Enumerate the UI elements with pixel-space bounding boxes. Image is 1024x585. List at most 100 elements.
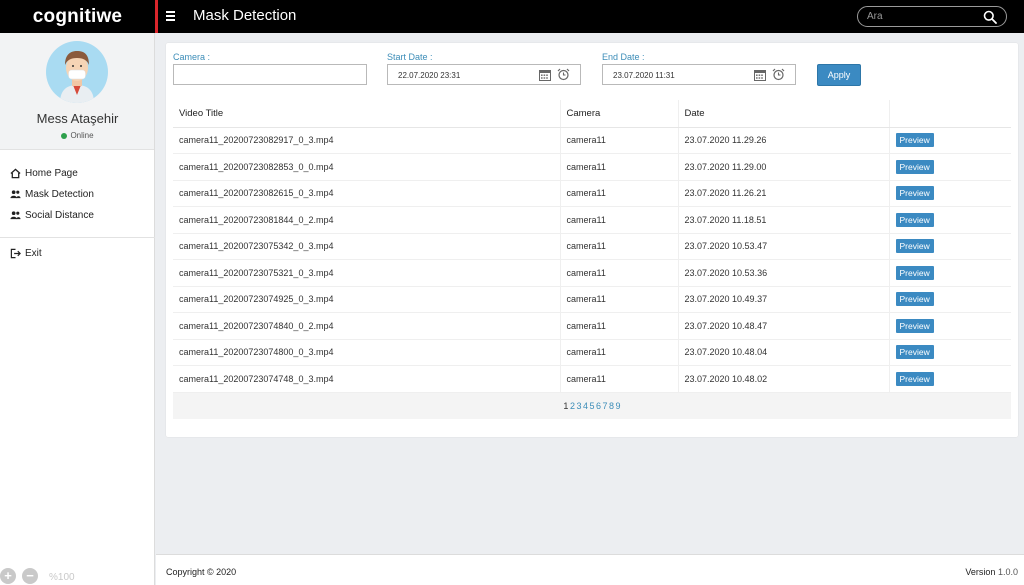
camera-cell: camera11 bbox=[559, 365, 678, 393]
table-row: camera11_20200723081844_0_2.mp4 camera11 2… bbox=[173, 206, 1011, 234]
page-link[interactable]: 2 bbox=[570, 401, 575, 411]
exit-icon bbox=[10, 248, 21, 259]
date-cell: 23.07.2020 11.18.51 bbox=[677, 206, 889, 234]
zoom-level: %100 bbox=[49, 572, 75, 583]
pagination: 123456789 bbox=[173, 392, 1011, 419]
video-title-cell: camera11_20200723074925_0_3.mp4 bbox=[173, 286, 560, 313]
date-cell: 23.07.2020 11.26.21 bbox=[677, 180, 889, 207]
actions-cell: Preview bbox=[888, 127, 1011, 154]
preview-button[interactable]: Preview bbox=[895, 159, 934, 174]
date-cell: 23.07.2020 10.48.02 bbox=[677, 365, 889, 393]
search-box bbox=[857, 6, 1007, 27]
zoom-out-icon[interactable]: − bbox=[22, 568, 38, 584]
page-link[interactable]: 1 bbox=[563, 401, 568, 411]
actions-cell: Preview bbox=[888, 286, 1011, 313]
camera-cell: camera11 bbox=[559, 286, 678, 313]
page-link[interactable]: 4 bbox=[583, 401, 588, 411]
sidebar-divider bbox=[0, 237, 155, 238]
camera-label: Camera : bbox=[173, 52, 211, 62]
calendar-icon[interactable] bbox=[754, 69, 766, 81]
sidebar-item-social-distance[interactable]: Social Distance bbox=[0, 205, 155, 226]
video-title-cell: camera11_20200723082853_0_0.mp4 bbox=[173, 153, 560, 181]
status-indicator: Online bbox=[0, 131, 155, 140]
camera-cell: camera11 bbox=[559, 259, 678, 287]
sidebar: Mess Ataşehir Online Home Page Mask Dete… bbox=[0, 33, 155, 585]
actions-cell: Preview bbox=[888, 180, 1011, 207]
user-avatar-icon bbox=[60, 51, 94, 103]
sidebar-item-home[interactable]: Home Page bbox=[0, 163, 155, 184]
online-dot-icon bbox=[61, 132, 68, 139]
preview-button[interactable]: Preview bbox=[895, 371, 934, 386]
table-row: camera11_20200723082917_0_3.mp4 camera11 2… bbox=[173, 127, 1011, 154]
page-link[interactable]: 3 bbox=[576, 401, 581, 411]
search-input[interactable] bbox=[867, 10, 982, 23]
column-header-date[interactable]: Date bbox=[677, 100, 889, 128]
page-link[interactable]: 7 bbox=[603, 401, 608, 411]
table-row: camera11_20200723082615_0_3.mp4 camera11 2… bbox=[173, 180, 1011, 207]
page-link[interactable]: 6 bbox=[596, 401, 601, 411]
main-panel: Camera : Start Date : 22.07.2020 23:31 E… bbox=[166, 43, 1018, 437]
calendar-icon[interactable] bbox=[539, 69, 551, 81]
table-row: camera11_20200723074925_0_3.mp4 camera11 2… bbox=[173, 286, 1011, 313]
preview-button[interactable]: Preview bbox=[895, 292, 934, 307]
preview-button[interactable]: Preview bbox=[895, 186, 934, 201]
search-icon[interactable] bbox=[983, 10, 997, 24]
preview-button[interactable]: Preview bbox=[895, 265, 934, 280]
camera-input[interactable] bbox=[173, 64, 367, 85]
table-row: camera11_20200723074748_0_3.mp4 camera11 2… bbox=[173, 365, 1011, 393]
apply-button[interactable]: Apply bbox=[817, 64, 861, 86]
camera-cell: camera11 bbox=[559, 153, 678, 181]
preview-button[interactable]: Preview bbox=[895, 345, 934, 360]
column-header-camera[interactable]: Camera bbox=[559, 100, 678, 128]
preview-button[interactable]: Preview bbox=[895, 239, 934, 254]
sidebar-item-label: Exit bbox=[25, 248, 42, 259]
sidebar-item-label: Home Page bbox=[25, 168, 78, 179]
avatar bbox=[46, 41, 108, 103]
end-date-field[interactable]: 23.07.2020 11:31 bbox=[602, 64, 796, 85]
video-table: Video Title Camera Date camera11_2020072… bbox=[173, 100, 1011, 393]
version-number: 1.0.0 bbox=[997, 567, 1018, 577]
table-row: camera11_20200723082853_0_0.mp4 camera11 2… bbox=[173, 153, 1011, 181]
zoom-control: + − %100 bbox=[0, 567, 155, 585]
app-logo[interactable]: cognitiwe bbox=[0, 0, 155, 33]
version-text: Version 1.0.0 bbox=[965, 567, 1018, 577]
preview-button[interactable]: Preview bbox=[895, 212, 934, 227]
home-icon bbox=[10, 168, 21, 179]
end-date-value: 23.07.2020 11:31 bbox=[613, 71, 675, 80]
zoom-in-icon[interactable]: + bbox=[0, 568, 16, 584]
column-header-video-title[interactable]: Video Title bbox=[173, 100, 560, 128]
camera-cell: camera11 bbox=[559, 206, 678, 234]
alarm-clock-icon[interactable] bbox=[772, 68, 785, 81]
date-cell: 23.07.2020 10.48.47 bbox=[677, 312, 889, 340]
preview-button[interactable]: Preview bbox=[895, 133, 934, 148]
page-link[interactable]: 8 bbox=[609, 401, 614, 411]
table-row: camera11_20200723075342_0_3.mp4 camera11 2… bbox=[173, 233, 1011, 260]
sidebar-nav: Home Page Mask Detection Social Distance bbox=[0, 163, 155, 226]
user-profile: Mess Ataşehir Online bbox=[0, 33, 154, 150]
sidebar-item-label: Mask Detection bbox=[25, 189, 94, 200]
hamburger-menu-icon[interactable] bbox=[166, 7, 180, 25]
start-date-label: Start Date : bbox=[387, 52, 433, 62]
sidebar-item-exit[interactable]: Exit bbox=[0, 243, 155, 264]
video-title-cell: camera11_20200723075321_0_3.mp4 bbox=[173, 259, 560, 287]
header-separator bbox=[155, 0, 158, 33]
actions-cell: Preview bbox=[888, 312, 1011, 340]
sidebar-item-mask-detection[interactable]: Mask Detection bbox=[0, 184, 155, 205]
page-link[interactable]: 5 bbox=[589, 401, 594, 411]
camera-cell: camera11 bbox=[559, 127, 678, 154]
start-date-value: 22.07.2020 23:31 bbox=[398, 71, 461, 80]
actions-cell: Preview bbox=[888, 206, 1011, 234]
table-row: camera11_20200723075321_0_3.mp4 camera11 2… bbox=[173, 259, 1011, 287]
date-cell: 23.07.2020 10.53.47 bbox=[677, 233, 889, 260]
preview-button[interactable]: Preview bbox=[895, 318, 934, 333]
alarm-clock-icon[interactable] bbox=[557, 68, 570, 81]
footer: Copyright © 2020 Version 1.0.0 bbox=[156, 554, 1024, 585]
video-title-cell: camera11_20200723074840_0_2.mp4 bbox=[173, 312, 560, 340]
sidebar-item-label: Social Distance bbox=[25, 210, 94, 221]
start-date-field[interactable]: 22.07.2020 23:31 bbox=[387, 64, 581, 85]
date-cell: 23.07.2020 10.53.36 bbox=[677, 259, 889, 287]
page-link[interactable]: 9 bbox=[616, 401, 621, 411]
table-row: camera11_20200723074800_0_3.mp4 camera11 2… bbox=[173, 339, 1011, 366]
end-date-label: End Date : bbox=[602, 52, 645, 62]
status-label: Online bbox=[70, 131, 94, 140]
